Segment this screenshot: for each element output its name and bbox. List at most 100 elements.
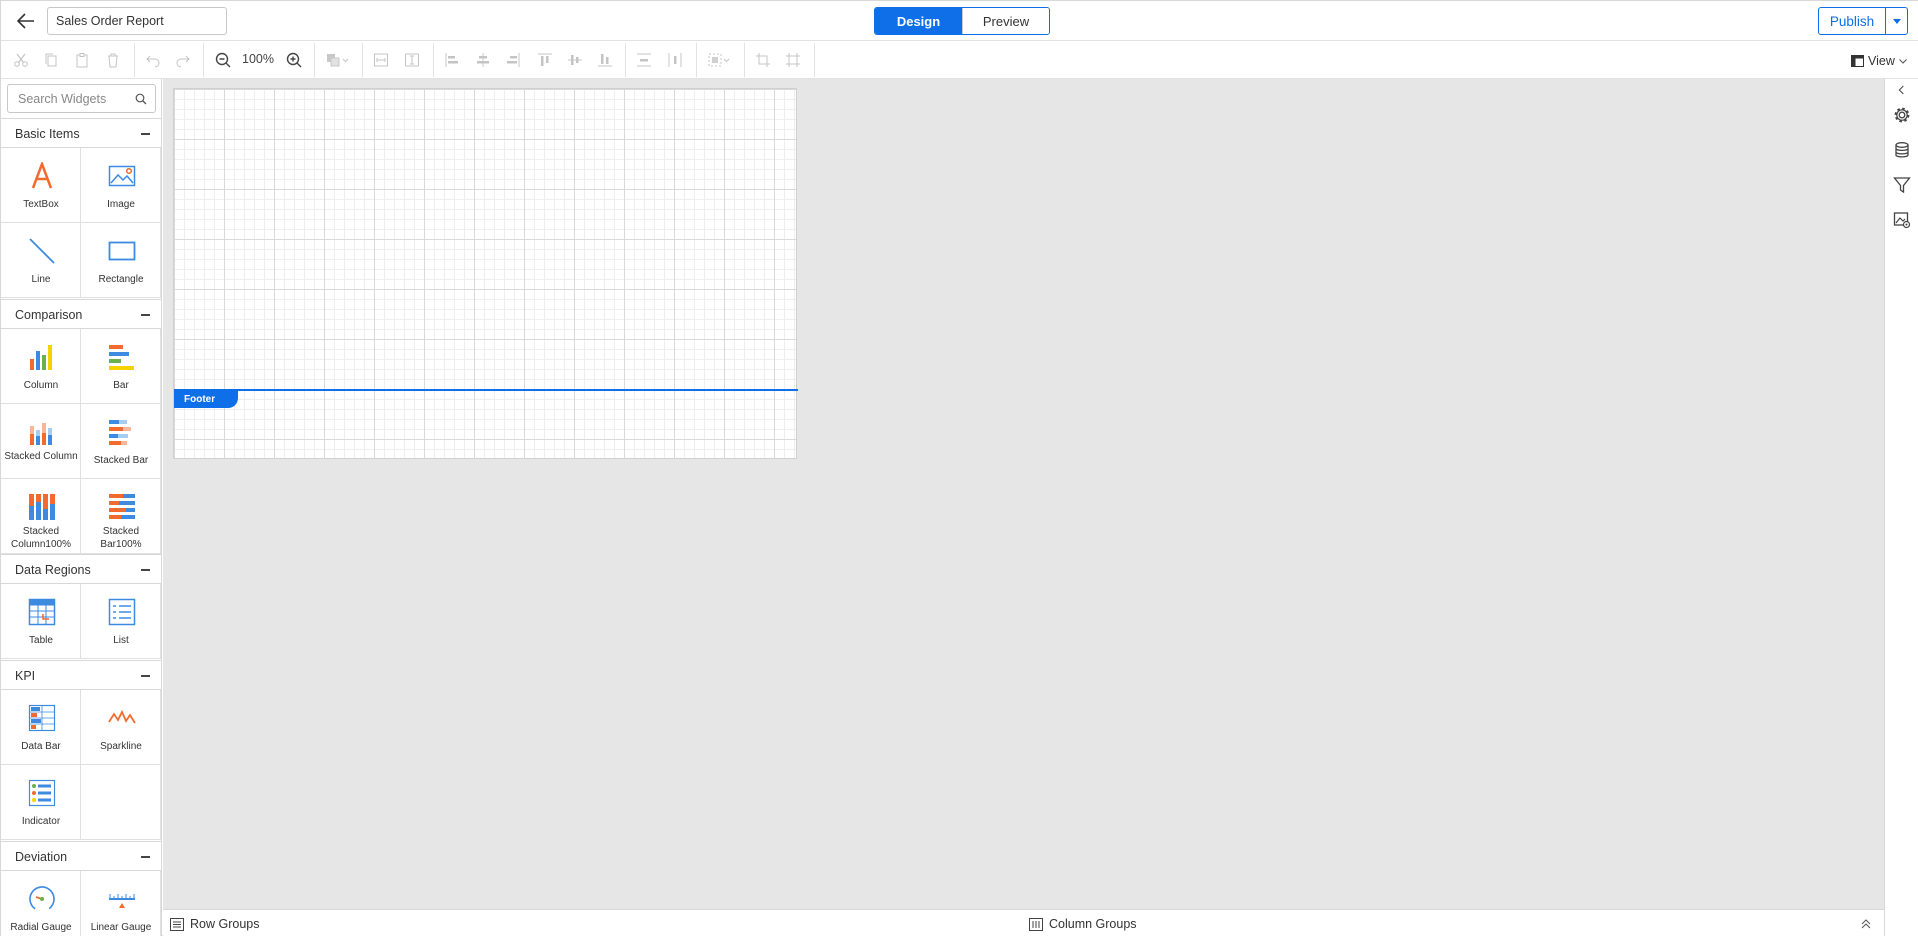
widget-label: TextBox — [23, 199, 59, 210]
arrange-order-button[interactable] — [322, 49, 354, 71]
align-top-button[interactable] — [534, 49, 556, 71]
report-name-input[interactable] — [47, 7, 227, 35]
stacked-bar-icon — [109, 420, 131, 445]
design-mode-button[interactable]: Design — [875, 8, 962, 34]
distribute-horizontal-button[interactable] — [664, 49, 686, 71]
collapse-icon[interactable] — [141, 133, 150, 135]
collapse-icon[interactable] — [141, 569, 150, 571]
report-canvas[interactable]: Footer — [173, 88, 798, 459]
widget-data-bar[interactable]: Data Bar — [1, 690, 81, 765]
expand-grouping-button[interactable] — [1861, 915, 1871, 933]
publish-button[interactable]: Publish — [1819, 8, 1885, 34]
widget-list[interactable]: List — [81, 584, 161, 659]
view-label: View — [1868, 54, 1895, 68]
preview-mode-button[interactable]: Preview — [962, 8, 1049, 34]
widget-column[interactable]: Column — [1, 329, 81, 404]
widget-table[interactable]: Table — [1, 584, 81, 659]
distribute-horizontal-icon — [668, 53, 682, 67]
design-surface[interactable]: Footer — [163, 79, 1884, 909]
publish-dropdown-button[interactable] — [1885, 8, 1907, 34]
filter-icon — [1893, 177, 1911, 194]
paste-button[interactable] — [71, 49, 93, 71]
widget-bar[interactable]: Bar — [81, 329, 161, 404]
zoom-in-button[interactable] — [283, 49, 305, 71]
collapse-icon[interactable] — [141, 314, 150, 316]
footer-separator[interactable] — [174, 389, 798, 391]
widget-stacked-bar[interactable]: Stacked Bar — [81, 404, 161, 479]
widget-stacked-bar100[interactable]: Stacked Bar100% — [81, 479, 161, 554]
size-height-button[interactable] — [401, 49, 423, 71]
widget-indicator[interactable]: Indicator — [1, 765, 81, 840]
widget-search — [7, 84, 156, 113]
category-basic-items[interactable]: Basic Items — [1, 118, 161, 148]
list-icon — [108, 598, 136, 626]
data-bar-icon — [28, 704, 56, 732]
sparkline-icon — [108, 709, 136, 724]
widget-radial-gauge[interactable]: Radial Gauge — [1, 871, 81, 936]
fit-icon — [786, 53, 800, 67]
row-groups-label: Row Groups — [190, 917, 260, 931]
group-select-icon — [708, 53, 730, 67]
zoom-in-icon — [286, 52, 302, 68]
radial-gauge-icon — [29, 886, 55, 912]
column-groups-button[interactable]: Column Groups — [1029, 915, 1137, 933]
size-width-button[interactable] — [370, 49, 392, 71]
collapse-icon[interactable] — [141, 856, 150, 858]
distribute-vertical-button[interactable] — [633, 49, 655, 71]
layout-icon — [1851, 55, 1864, 67]
search-input[interactable] — [8, 85, 128, 112]
column-chart-icon — [30, 345, 52, 370]
widget-image[interactable]: Image — [81, 148, 161, 223]
fit-button[interactable] — [782, 49, 804, 71]
properties-button[interactable] — [1885, 99, 1918, 131]
view-menu-button[interactable]: View — [1851, 51, 1907, 71]
category-data-regions[interactable]: Data Regions — [1, 554, 161, 584]
align-bottom-button[interactable] — [594, 49, 616, 71]
widget-label: Stacked Bar100% — [100, 526, 142, 550]
cut-button[interactable] — [10, 49, 32, 71]
redo-button[interactable] — [172, 49, 194, 71]
category-label: KPI — [15, 669, 36, 683]
widget-label: Sparkline — [100, 741, 142, 752]
image-manager-button[interactable] — [1885, 204, 1918, 236]
widget-line[interactable]: Line — [1, 223, 81, 298]
back-button[interactable] — [13, 8, 39, 34]
collapse-icon[interactable] — [141, 675, 150, 677]
widget-sparkline[interactable]: Sparkline — [81, 690, 161, 765]
same-width-icon — [374, 53, 388, 67]
zoom-out-button[interactable] — [212, 49, 234, 71]
align-middle-button[interactable] — [564, 49, 586, 71]
data-sources-button[interactable] — [1885, 134, 1918, 166]
grouping-bar: Row Groups Column Groups — [163, 909, 1884, 936]
category-comparison[interactable]: Comparison — [1, 299, 161, 329]
group-button[interactable] — [704, 49, 736, 71]
widget-textbox[interactable]: TextBox — [1, 148, 81, 223]
widget-stacked-column100[interactable]: Stacked Column100% — [1, 479, 81, 554]
widget-linear-gauge[interactable]: Linear Gauge — [81, 871, 161, 936]
parameters-button[interactable] — [1885, 169, 1918, 201]
category-deviation[interactable]: Deviation — [1, 841, 161, 871]
widget-rectangle[interactable]: Rectangle — [81, 223, 161, 298]
footer-label[interactable]: Footer — [174, 391, 238, 408]
widget-label: Column — [23, 380, 59, 391]
align-top-icon — [538, 53, 552, 66]
search-icon[interactable] — [135, 93, 147, 105]
same-height-icon — [405, 53, 419, 67]
align-right-button[interactable] — [502, 49, 524, 71]
row-groups-button[interactable]: Row Groups — [170, 915, 259, 933]
expand-panel-button[interactable] — [1885, 79, 1918, 101]
widget-stacked-column[interactable]: Stacked Column — [1, 404, 81, 479]
copy-button[interactable] — [40, 49, 62, 71]
delete-button[interactable] — [102, 49, 124, 71]
undo-button[interactable] — [142, 49, 164, 71]
linear-gauge-icon — [109, 894, 135, 908]
widget-label: Stacked Column100% — [10, 526, 72, 550]
category-kpi[interactable]: KPI — [1, 660, 161, 690]
stacked-bar100-icon — [109, 494, 135, 519]
redo-icon — [176, 55, 190, 68]
align-center-button[interactable] — [472, 49, 494, 71]
crop-button[interactable] — [752, 49, 774, 71]
report-designer-app: Design Preview Publish — [0, 0, 1918, 936]
column-groups-label: Column Groups — [1049, 917, 1137, 931]
align-left-button[interactable] — [441, 49, 463, 71]
